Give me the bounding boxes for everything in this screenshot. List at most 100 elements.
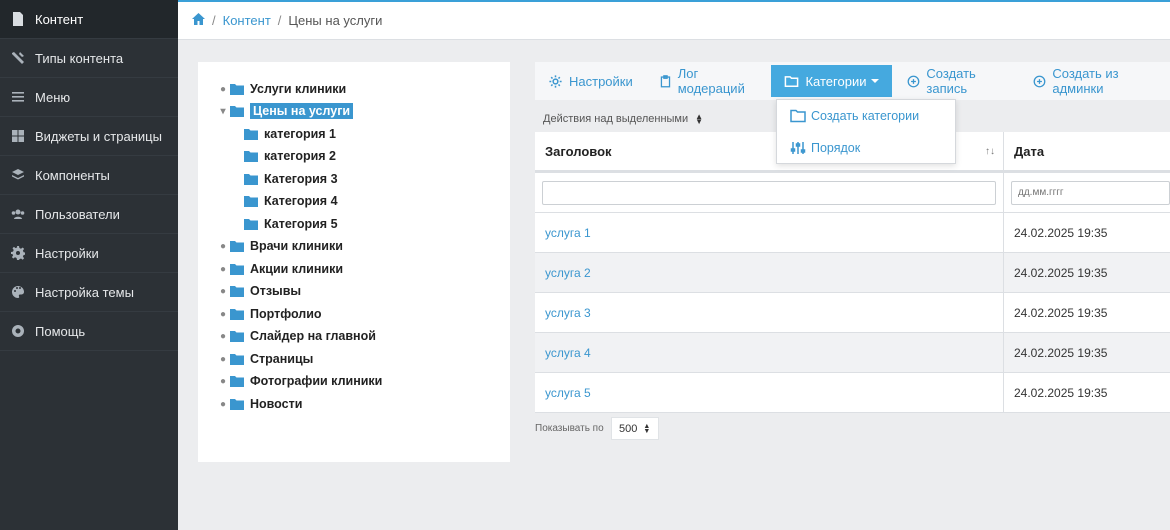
row-title-link[interactable]: услуга 5	[535, 373, 1004, 412]
column-header-date-label: Дата	[1014, 143, 1045, 159]
create-record-label: Создать запись	[926, 66, 976, 96]
sidebar-item-theme[interactable]: Настройка темы	[0, 273, 178, 312]
tree-item[interactable]: ● Акции клиники	[216, 259, 343, 279]
folder-icon	[230, 330, 244, 342]
date-filter-cell	[1004, 173, 1170, 213]
table-row[interactable]: услуга 5 24.02.2025 19:35	[535, 373, 1170, 413]
sidebar-item-label: Помощь	[35, 323, 86, 339]
sidebar-item-settings[interactable]: Настройки	[0, 234, 178, 273]
page-size-label: Показывать по	[535, 423, 604, 434]
tree-item-selected[interactable]: ▾ Цены на услуги	[216, 101, 354, 121]
breadcrumb-separator: /	[277, 13, 282, 28]
tree-item-label: Услуги клиники	[250, 82, 347, 96]
sidebar: Контент Типы контента Меню Виджеты и стр…	[0, 0, 178, 530]
sidebar-item-label: Виджеты и страницы	[35, 128, 162, 144]
collapse-arrow-icon[interactable]: ▾	[216, 106, 230, 117]
sidebar-item-content-types[interactable]: Типы контента	[0, 39, 178, 78]
row-title-link[interactable]: услуга 2	[535, 253, 1004, 292]
tree-item[interactable]: ● Страницы	[216, 349, 313, 369]
tree-item[interactable]: ● Врачи клиники	[216, 236, 343, 256]
bullet-icon: ●	[219, 375, 227, 387]
tree-item-label: Слайдер на главной	[250, 329, 376, 343]
table-row[interactable]: услуга 1 24.02.2025 19:35	[535, 213, 1170, 253]
tree-item[interactable]: ● Фотографии клиники	[216, 371, 382, 391]
create-from-admin-label: Создать из админки	[1052, 66, 1119, 96]
sidebar-item-label: Меню	[35, 89, 71, 105]
folder-icon	[790, 109, 806, 123]
tree-item[interactable]: ● Слайдер на главной	[216, 326, 376, 346]
tools-icon	[10, 50, 26, 66]
sidebar-item-users[interactable]: Пользователи	[0, 195, 178, 234]
home-icon[interactable]	[192, 13, 205, 28]
create-category-label: Создать категории	[811, 109, 920, 123]
tree-item[interactable]: Категория 3	[244, 169, 338, 189]
moderation-log-label: Лог модераций	[677, 66, 745, 96]
folder-icon	[230, 398, 244, 410]
tree-item[interactable]: ● Портфолио	[216, 304, 322, 324]
folder-icon	[230, 375, 244, 387]
table-row[interactable]: услуга 4 24.02.2025 19:35	[535, 333, 1170, 373]
create-from-admin-button[interactable]: Создать из админки	[1020, 65, 1170, 97]
palette-icon	[10, 284, 26, 300]
sidebar-item-label: Настройка темы	[35, 284, 134, 300]
folder-icon	[230, 263, 244, 275]
column-header-date[interactable]: Дата	[1004, 132, 1170, 170]
grid-icon	[10, 128, 26, 144]
date-filter-input[interactable]	[1011, 180, 1170, 205]
file-icon	[10, 11, 26, 27]
tree-item[interactable]: категория 1	[244, 124, 336, 144]
plus-circle-icon	[1033, 75, 1046, 87]
row-title-link[interactable]: услуга 1	[535, 213, 1004, 252]
sidebar-item-label: Компоненты	[35, 167, 110, 183]
sidebar-item-content[interactable]: Контент	[0, 0, 178, 39]
gear-icon	[10, 245, 26, 261]
settings-button-label: Настройки	[569, 73, 633, 89]
tree-item[interactable]: Категория 4	[244, 191, 338, 211]
sidebar-item-label: Контент	[35, 11, 84, 27]
records-table: Заголовок ↑↓ Дата услуга 1 24.02.2025 19…	[535, 132, 1170, 413]
folder-icon	[230, 240, 244, 252]
order-menu-item[interactable]: Порядок	[777, 132, 955, 164]
tree-item[interactable]: ● Новости	[216, 394, 302, 414]
create-category-menu-item[interactable]: Создать категории	[777, 100, 955, 132]
tree-item[interactable]: ● Услуги клиники	[216, 79, 346, 99]
tree-item[interactable]: Категория 5	[244, 214, 338, 234]
sort-icon[interactable]: ↑↓	[985, 146, 995, 157]
bulk-actions-select[interactable]: Действия над выделенными ▲ ▼	[543, 113, 703, 126]
order-label: Порядок	[811, 141, 861, 155]
categories-button-label: Категории	[805, 73, 867, 89]
folder-icon	[244, 195, 258, 207]
tree-item[interactable]: категория 2	[244, 146, 336, 166]
categories-dropdown-menu: Создать категории Порядок	[776, 99, 956, 164]
categories-dropdown-button[interactable]: Категории	[771, 65, 893, 97]
sidebar-item-label: Настройки	[35, 245, 99, 261]
tree-item-label: категория 1	[264, 127, 336, 141]
table-row[interactable]: услуга 3 24.02.2025 19:35	[535, 293, 1170, 333]
tree-item-label: категория 2	[264, 149, 336, 163]
bullet-icon: ●	[219, 285, 227, 297]
tree-item-label: Категория 4	[264, 194, 338, 208]
table-row[interactable]: услуга 2 24.02.2025 19:35	[535, 253, 1170, 293]
create-record-button[interactable]: Создать запись	[894, 65, 1020, 97]
settings-button[interactable]: Настройки	[535, 65, 646, 97]
breadcrumb-link-content[interactable]: Контент	[223, 13, 271, 28]
tree-item[interactable]: ● Отзывы	[216, 281, 301, 301]
breadcrumb-current: Цены на услуги	[288, 13, 383, 28]
page-size-value: 500	[619, 422, 638, 435]
sidebar-item-widgets[interactable]: Виджеты и страницы	[0, 117, 178, 156]
moderation-log-button[interactable]: Лог модераций	[646, 65, 770, 97]
sidebar-item-help[interactable]: Помощь	[0, 312, 178, 351]
folder-icon	[244, 218, 258, 230]
page-size-select[interactable]: 500 ▲ ▼	[610, 417, 659, 440]
title-filter-input[interactable]	[542, 180, 996, 205]
tree-item-label: Страницы	[250, 352, 314, 366]
bullet-icon: ●	[219, 240, 227, 252]
sidebar-item-menu[interactable]: Меню	[0, 78, 178, 117]
bullet-icon: ●	[219, 308, 227, 320]
users-icon	[10, 206, 26, 222]
row-title-link[interactable]: услуга 4	[535, 333, 1004, 372]
sidebar-item-components[interactable]: Компоненты	[0, 156, 178, 195]
row-title-link[interactable]: услуга 3	[535, 293, 1004, 332]
category-tree: ● Услуги клиники ▾ Цены на услуги катего…	[198, 62, 510, 462]
page-size-control: Показывать по 500 ▲ ▼	[535, 417, 659, 440]
